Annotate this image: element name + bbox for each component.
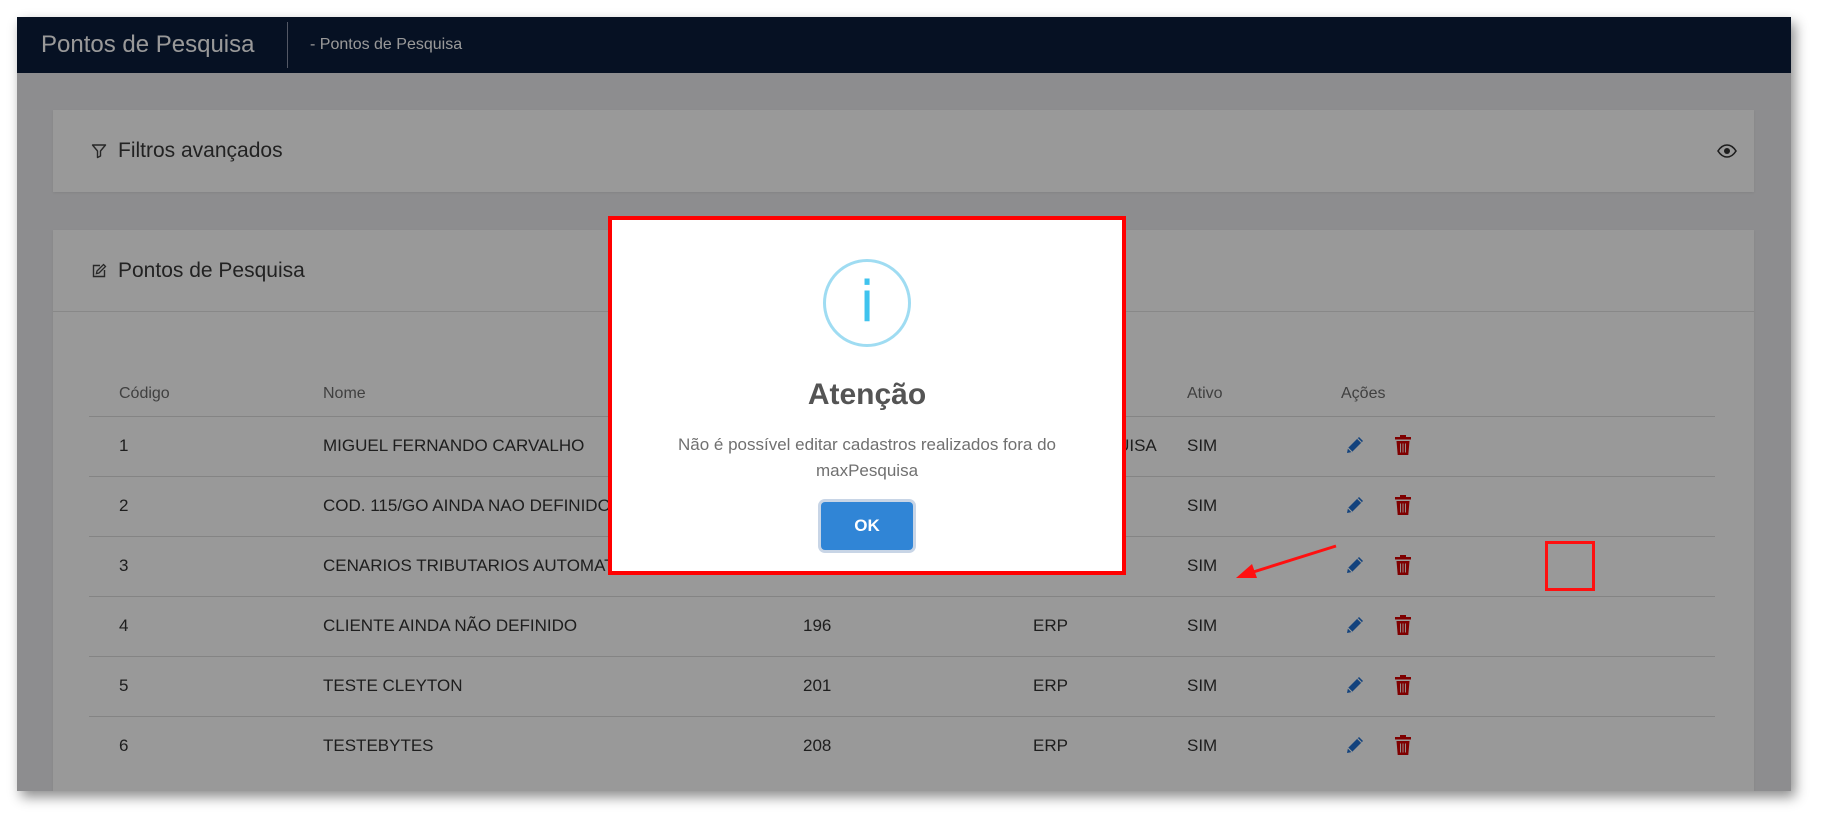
dialog-message: Não é possível editar cadastros realizad… xyxy=(678,435,1056,480)
app-window: Pontos de Pesquisa - Pontos de Pesquisa … xyxy=(17,17,1791,791)
dialog-title: Atenção xyxy=(807,378,927,411)
attention-dialog: i Atenção Não é possível editar cadastro… xyxy=(608,216,1126,575)
annotation-arrow-icon xyxy=(1236,544,1337,578)
info-icon: i xyxy=(823,259,911,347)
annotation-highlight-box xyxy=(1545,541,1595,591)
ok-button[interactable]: OK xyxy=(821,502,913,550)
info-glyph: i xyxy=(859,270,875,335)
